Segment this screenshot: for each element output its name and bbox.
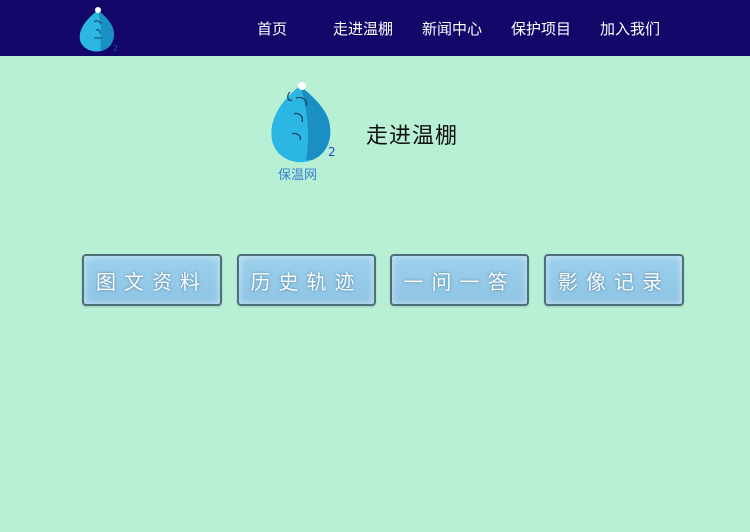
top-nav-bar: 2 首页 走进温棚 新闻中心 保护项目 加入我们 (0, 0, 750, 56)
card-label: 一问一答 (403, 269, 516, 294)
nav-item-news[interactable]: 新闻中心 (422, 18, 482, 39)
nav-item-home[interactable]: 首页 (257, 18, 287, 39)
nav-item-join[interactable]: 加入我们 (600, 18, 660, 39)
card-video-records[interactable]: 影像记录 (544, 254, 684, 306)
logo-caption: 保温网 (278, 168, 317, 183)
nav-item-projects[interactable]: 保护项目 (511, 18, 571, 39)
card-label: 影像记录 (558, 269, 670, 294)
card-graphic-materials[interactable]: 图文资料 (82, 254, 222, 306)
site-logo-icon[interactable]: 2 (74, 4, 124, 54)
card-history-track[interactable]: 历史轨迹 (237, 254, 376, 306)
card-qa[interactable]: 一问一答 (390, 254, 529, 306)
svg-text:2: 2 (113, 44, 118, 53)
hero-logo-icon: 2 保温网 (271, 82, 336, 183)
page-title: 走进温棚 (366, 124, 459, 149)
card-label: 图文资料 (96, 269, 208, 294)
svg-text:2: 2 (328, 145, 336, 159)
card-label: 历史轨迹 (250, 269, 363, 294)
nav-item-greenhouse[interactable]: 走进温棚 (333, 18, 393, 39)
